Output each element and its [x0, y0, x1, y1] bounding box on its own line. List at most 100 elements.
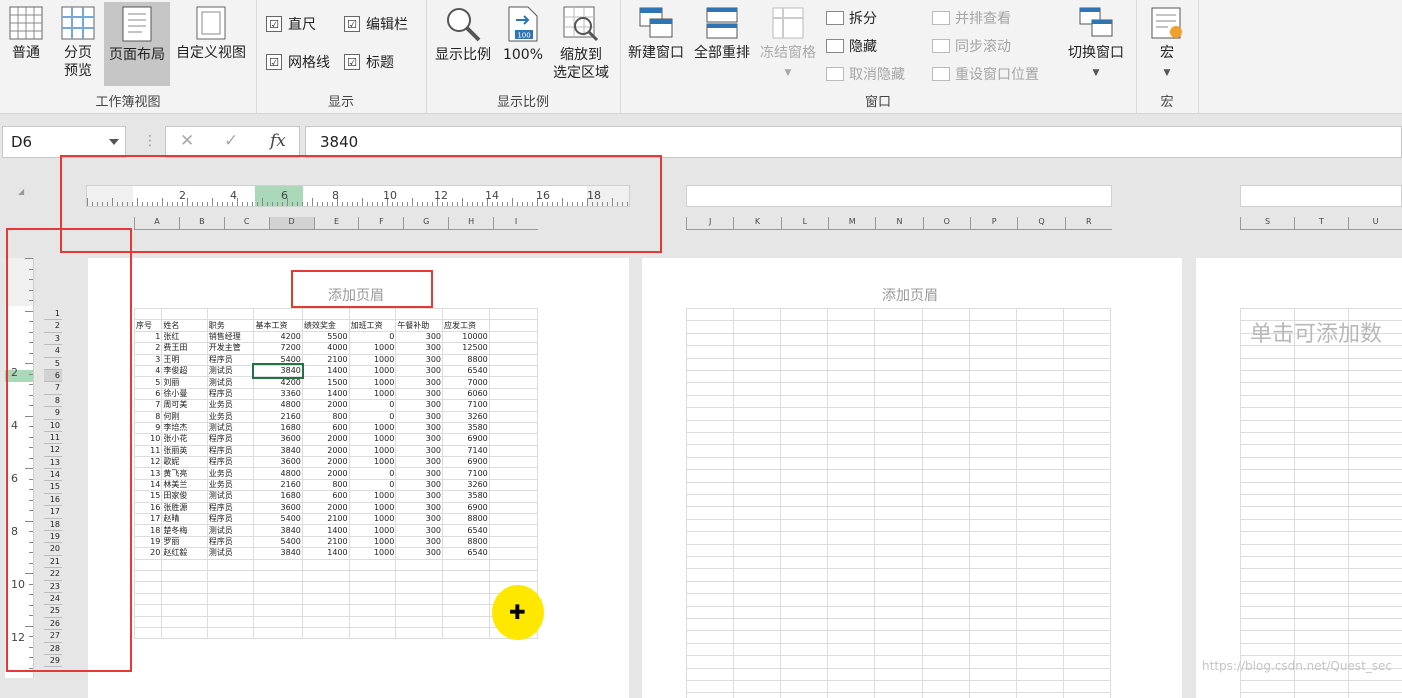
table-cell[interactable]: 3 [133, 353, 163, 366]
horizontal-ruler-page-2[interactable] [686, 185, 1112, 207]
table-cell[interactable]: 1000 [348, 421, 397, 435]
table-cell[interactable]: 李俊超 [161, 364, 208, 378]
table-cell[interactable]: 3580 [442, 421, 490, 435]
table-cell[interactable]: 3840 [251, 363, 305, 379]
table-cell[interactable]: 5400 [253, 353, 303, 366]
table-cell[interactable] [442, 558, 490, 572]
zoom-to-selection-button[interactable]: 缩放到 选定区域 [548, 2, 614, 82]
table-cell[interactable]: 1000 [348, 456, 397, 469]
table-cell[interactable]: 13 [133, 467, 163, 480]
table-cell[interactable]: 1000 [348, 524, 397, 537]
arrange-all-button[interactable]: 全部重排 [690, 2, 754, 62]
table-cell[interactable]: 800 [301, 410, 350, 423]
table-cell[interactable] [301, 307, 350, 321]
table-cell[interactable]: 300 [395, 364, 444, 378]
table-cell[interactable]: 4200 [253, 376, 303, 389]
table-cell[interactable]: 4 [133, 364, 163, 378]
table-cell[interactable] [442, 615, 490, 628]
table-cell[interactable]: 1000 [348, 433, 397, 446]
sync-scroll-button[interactable]: 同步滚动 [932, 36, 1011, 56]
table-cell[interactable]: 15 [133, 490, 163, 503]
table-cell[interactable]: 300 [395, 376, 444, 389]
table-cell[interactable]: 2000 [301, 467, 350, 480]
table-cell[interactable] [161, 558, 208, 572]
table-cell[interactable] [488, 456, 539, 469]
table-cell[interactable] [488, 364, 539, 378]
table-cell[interactable]: 基本工资 [253, 319, 303, 332]
table-cell[interactable]: 1000 [348, 387, 397, 401]
table-cell[interactable]: 刘丽 [161, 376, 208, 389]
table-cell[interactable] [206, 615, 255, 628]
table-cell[interactable] [206, 592, 255, 606]
ruler-checkbox[interactable]: ☑ 直尺 [266, 14, 316, 34]
table-cell[interactable]: 300 [395, 387, 444, 401]
table-cell[interactable]: 300 [395, 399, 444, 412]
table-cell[interactable] [442, 592, 490, 606]
table-cell[interactable] [301, 592, 350, 606]
table-cell[interactable] [442, 626, 490, 640]
table-cell[interactable] [161, 626, 208, 640]
table-cell[interactable]: 赵晴 [161, 513, 208, 526]
table-cell[interactable]: 8 [133, 410, 163, 423]
table-cell[interactable] [133, 615, 163, 628]
table-cell[interactable]: 1000 [348, 444, 397, 458]
table-cell[interactable]: 300 [395, 444, 444, 458]
table-cell[interactable]: 周可美 [161, 399, 208, 412]
table-cell[interactable] [348, 592, 397, 606]
table-cell[interactable]: 程序员 [206, 456, 255, 469]
table-cell[interactable] [253, 615, 303, 628]
table-cell[interactable]: 10 [133, 433, 163, 446]
table-cell[interactable]: 11 [133, 444, 163, 458]
table-cell[interactable] [206, 307, 255, 321]
table-cell[interactable] [488, 433, 539, 446]
hide-button[interactable]: 隐藏 [826, 36, 877, 56]
table-cell[interactable] [488, 547, 539, 560]
table-cell[interactable] [301, 615, 350, 628]
table-cell[interactable]: 姓名 [161, 319, 208, 332]
table-cell[interactable]: 1000 [348, 547, 397, 560]
table-cell[interactable]: 业务员 [206, 399, 255, 412]
table-cell[interactable]: 6900 [442, 501, 490, 515]
table-cell[interactable]: 6 [133, 387, 163, 401]
table-cell[interactable]: 19 [133, 535, 163, 549]
table-cell[interactable]: 18 [133, 524, 163, 537]
table-cell[interactable]: 1000 [348, 513, 397, 526]
table-cell[interactable]: 开发主管 [206, 342, 255, 355]
enter-icon[interactable]: ✓ [224, 131, 238, 151]
table-cell[interactable] [488, 490, 539, 503]
table-cell[interactable]: 600 [301, 421, 350, 435]
table-cell[interactable]: 0 [348, 399, 397, 412]
table-cell[interactable]: 1680 [253, 421, 303, 435]
table-cell[interactable] [442, 569, 490, 583]
table-cell[interactable] [395, 592, 444, 606]
headings-checkbox[interactable]: ☑ 标题 [344, 52, 394, 72]
table-cell[interactable]: 1400 [301, 547, 350, 560]
table-cell[interactable] [488, 410, 539, 423]
table-cell[interactable]: 测试员 [206, 547, 255, 560]
switch-windows-button[interactable]: 切换窗口 ▼ [1064, 2, 1128, 82]
table-cell[interactable]: 张丽英 [161, 444, 208, 458]
table-cell[interactable]: 3600 [253, 456, 303, 469]
table-cell[interactable]: 0 [348, 410, 397, 423]
table-cell[interactable] [301, 581, 350, 594]
table-cell[interactable]: 4800 [253, 467, 303, 480]
unhide-button[interactable]: 取消隐藏 [826, 64, 905, 84]
table-cell[interactable]: 20 [133, 547, 163, 560]
column-header-N[interactable]: N [875, 217, 922, 229]
split-button[interactable]: 拆分 [826, 8, 877, 28]
table-cell[interactable]: 3840 [253, 547, 303, 560]
add-header-placeholder-page-2[interactable]: 添加页眉 [882, 285, 938, 305]
table-cell[interactable]: 3840 [253, 524, 303, 537]
table-cell[interactable] [253, 592, 303, 606]
table-cell[interactable] [395, 626, 444, 640]
table-cell[interactable] [488, 444, 539, 458]
table-cell[interactable] [253, 581, 303, 594]
table-cell[interactable]: 黄飞亮 [161, 467, 208, 480]
table-cell[interactable] [253, 569, 303, 583]
table-cell[interactable]: 12 [133, 456, 163, 469]
freeze-panes-button[interactable]: 冻结窗格 ▼ [756, 2, 820, 82]
cancel-icon[interactable]: ✕ [180, 131, 194, 151]
table-cell[interactable] [488, 376, 539, 389]
column-header-M[interactable]: M [828, 217, 875, 229]
table-cell[interactable]: 程序员 [206, 501, 255, 515]
